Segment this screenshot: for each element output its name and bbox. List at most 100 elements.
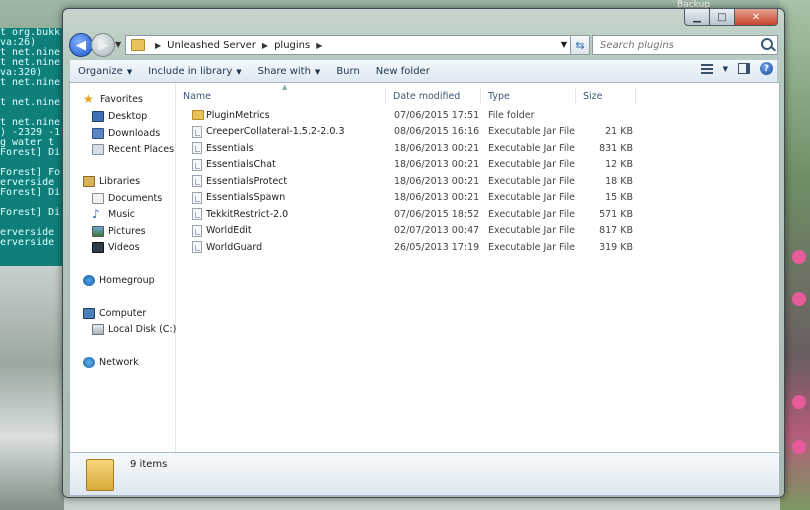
nav-computer[interactable]: Computer [83, 306, 146, 320]
explorer-window: ▁ □ ✕ ◀ ▶ ▼ ▶ Unleashed Server ▶ plugins… [62, 8, 785, 498]
file-row[interactable]: WorldEdit 02/07/2013 00:47 Executable Jar … [176, 223, 779, 239]
file-name: EssentialsProtect [206, 175, 288, 187]
breadcrumb-plugins[interactable]: plugins [274, 40, 310, 51]
jar-file-icon [192, 224, 202, 237]
nav-homegroup[interactable]: Homegroup [83, 273, 155, 287]
nav-favorites[interactable]: ★ Favorites [83, 92, 143, 106]
forward-button[interactable]: ▶ [91, 33, 115, 57]
chevron-right-icon[interactable]: ▶ [316, 41, 322, 50]
file-name: Essentials [206, 142, 254, 154]
file-row[interactable]: TekkitRestrict-2.0 07/06/2015 18:52 Execut… [176, 206, 779, 222]
nav-libraries[interactable]: Libraries [83, 174, 140, 188]
nav-network-label: Network [99, 356, 139, 368]
jar-file-icon [192, 125, 202, 138]
network-icon [83, 356, 95, 368]
file-row[interactable]: WorldGuard 26/05/2013 17:19 Executable Jar… [176, 239, 779, 255]
nav-pictures-label: Pictures [108, 225, 146, 237]
file-name: WorldEdit [206, 225, 252, 236]
back-button[interactable]: ◀ [69, 33, 93, 57]
console-line: Forest] Di [0, 187, 61, 198]
maximize-button[interactable]: □ [710, 8, 735, 26]
file-size: 12 KB [605, 159, 633, 170]
details-pane: 9 items [69, 452, 780, 496]
breadcrumb-unleashed-server[interactable]: Unleashed Server [167, 40, 256, 51]
nav-libraries-label: Libraries [99, 175, 141, 187]
arrow-left-icon: ◀ [76, 37, 86, 53]
nav-documents[interactable]: Documents [92, 191, 162, 205]
column-header-name[interactable]: Name [176, 88, 386, 104]
file-row[interactable]: EssentialsChat 18/06/2013 00:21 Executable… [176, 157, 779, 173]
nav-pictures[interactable]: Pictures [92, 224, 146, 238]
change-view-icon[interactable] [700, 63, 713, 74]
console-line: erverside [0, 237, 55, 248]
file-date: 18/06/2013 00:21 [394, 192, 480, 203]
search-icon[interactable] [761, 38, 773, 50]
file-type: Executable Jar File [488, 142, 575, 154]
file-row[interactable]: EssentialsSpawn 18/06/2013 00:21 Executabl… [176, 190, 779, 206]
file-row[interactable]: Essentials 18/06/2013 00:21 Executable Jar… [176, 140, 779, 156]
file-size: 18 KB [605, 175, 633, 187]
close-button[interactable]: ✕ [735, 8, 778, 26]
column-header-date-modified[interactable]: Date modified [386, 88, 481, 104]
chevron-down-icon: ▼ [126, 67, 133, 76]
nav-videos[interactable]: Videos [92, 240, 140, 254]
file-date: 18/06/2013 00:21 [394, 142, 480, 154]
chevron-down-icon[interactable]: ▼ [561, 40, 567, 49]
file-type: Executable Jar File [488, 192, 575, 203]
file-type: Executable Jar File [488, 175, 575, 187]
nav-downloads[interactable]: Downloads [92, 126, 160, 140]
new-folder-button[interactable]: New folder [368, 66, 438, 77]
nav-music[interactable]: ♪ Music [92, 207, 135, 221]
search-input[interactable] [598, 38, 762, 52]
help-icon[interactable]: ? [760, 62, 773, 75]
refresh-button[interactable]: ⇆ [570, 35, 590, 55]
file-size: 571 KB [599, 208, 633, 220]
chevron-right-icon[interactable]: ▶ [155, 41, 161, 50]
preview-pane-icon[interactable] [738, 63, 750, 74]
chevron-right-icon[interactable]: ▶ [262, 41, 268, 50]
nav-homegroup-label: Homegroup [99, 274, 155, 286]
chevron-down-icon: ▼ [314, 67, 321, 76]
star-icon: ★ [83, 91, 94, 106]
nav-desktop[interactable]: Desktop [92, 109, 147, 123]
file-size: 831 KB [599, 142, 633, 154]
videos-icon [92, 241, 104, 253]
flower [792, 250, 806, 264]
nav-local-disk[interactable]: Local Disk (C:) [92, 322, 176, 336]
file-row[interactable]: PluginMetrics 07/06/2015 17:51 File folder [176, 107, 779, 123]
file-row[interactable]: CreeperCollateral-1.5.2-2.0.3 08/06/2015 … [176, 124, 779, 140]
file-row[interactable]: EssentialsProtect 18/06/2013 00:21 Executa… [176, 173, 779, 189]
file-date: 18/06/2013 00:21 [394, 175, 480, 187]
burn-button[interactable]: Burn [328, 66, 367, 77]
nav-recent-places-label: Recent Places [108, 143, 175, 155]
address-bar[interactable]: ▶ Unleashed Server ▶ plugins ▶ ▼ [125, 35, 572, 55]
minimize-button[interactable]: ▁ [684, 8, 710, 26]
file-name: CreeperCollateral-1.5.2-2.0.3 [206, 126, 345, 137]
column-header-type[interactable]: Type [481, 88, 576, 104]
nav-recent-places[interactable]: Recent Places [92, 142, 174, 156]
nav-music-label: Music [108, 208, 136, 220]
homegroup-icon [83, 274, 95, 286]
column-header-size[interactable]: Size [576, 88, 636, 104]
nav-network[interactable]: Network [83, 355, 139, 369]
libraries-icon [83, 175, 95, 187]
file-name: PluginMetrics [206, 109, 270, 121]
jar-file-icon [192, 191, 202, 204]
file-date: 07/06/2015 18:52 [394, 208, 480, 220]
file-size [583, 107, 633, 123]
chevron-down-icon[interactable]: ▼ [723, 65, 728, 73]
file-date: 07/06/2015 17:51 [394, 109, 480, 121]
folder-icon [192, 110, 204, 120]
organize-button[interactable]: Organize ▼ [70, 66, 140, 77]
desktop-icon [92, 110, 104, 122]
nav-downloads-label: Downloads [108, 127, 161, 139]
content-area: ★ Favorites Desktop Downloads Recent Plac… [69, 82, 780, 453]
include-in-library-button[interactable]: Include in library ▼ [140, 66, 249, 77]
share-with-button[interactable]: Share with ▼ [250, 66, 329, 77]
local-disk-icon [92, 323, 104, 335]
search-box[interactable] [592, 35, 778, 55]
documents-icon [92, 192, 104, 204]
music-icon: ♪ [92, 206, 100, 221]
jar-file-icon [192, 241, 202, 253]
recent-pages-dropdown[interactable]: ▼ [115, 40, 121, 49]
